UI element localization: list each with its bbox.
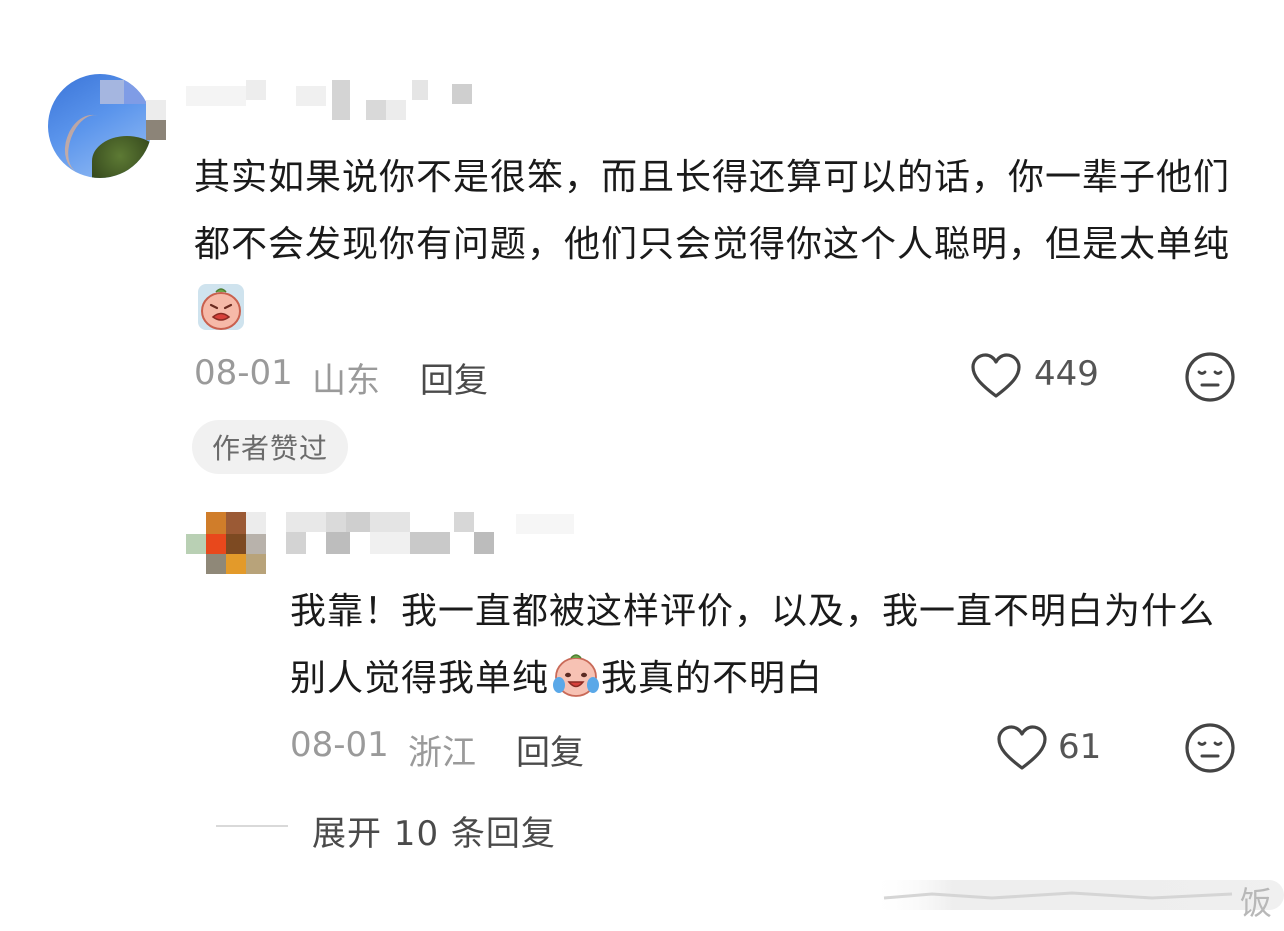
comment-like-count: 449 [1034, 354, 1099, 394]
expand-replies-divider [216, 825, 288, 827]
reply-location: 浙江 [408, 733, 476, 773]
mosaic-block [246, 512, 266, 534]
comment-text: 其实如果说你不是很笨，而且长得还算可以的话，你一辈子他们都不会发现你有问题，他们… [194, 144, 1244, 345]
mosaic-block [226, 554, 246, 574]
mosaic-block [286, 532, 306, 554]
expand-replies-button[interactable]: 展开 10 条回复 [312, 806, 556, 855]
reply-date: 08-01 [290, 725, 389, 765]
crying-face-emoji [198, 284, 244, 330]
comment-date: 08-01 [194, 353, 293, 393]
mosaic-block [346, 512, 370, 532]
mosaic-block [370, 512, 410, 532]
mosaic-block [326, 532, 350, 554]
author-liked-badge: 作者赞过 [192, 420, 348, 474]
avatar-mosaic-pixel [124, 80, 148, 104]
reply-text: 我靠！我一直都被这样评价，以及，我一直不明白为什么别人觉得我单纯 我真的不明白 [290, 578, 1250, 712]
mosaic-block [410, 532, 450, 554]
mosaic-block [296, 86, 326, 106]
avatar-mosaic-pixel [100, 80, 124, 104]
mosaic-block [226, 512, 246, 534]
heart-outline-icon[interactable] [970, 352, 1022, 400]
mosaic-block [206, 554, 226, 574]
mosaic-block [452, 84, 472, 104]
tearful-laughing-face-emoji [553, 654, 600, 697]
comment-body: 其实如果说你不是很笨，而且长得还算可以的话，你一辈子他们都不会发现你有问题，他们… [194, 157, 1231, 265]
mosaic-block [366, 100, 386, 120]
mosaic-block [332, 80, 350, 120]
watermark-blur [872, 880, 1284, 910]
mosaic-block [246, 554, 266, 574]
replier-avatar[interactable] [186, 512, 268, 574]
commenter-username-redacted[interactable] [186, 80, 486, 120]
heart-outline-icon[interactable] [996, 724, 1048, 772]
mosaic-block [412, 80, 428, 100]
comment-reply-button[interactable]: 回复 [420, 353, 488, 402]
mosaic-block [206, 512, 226, 534]
neutral-face-icon[interactable] [1184, 351, 1236, 403]
mosaic-block [186, 86, 246, 106]
reply-reply-button[interactable]: 回复 [516, 725, 584, 774]
commenter-avatar[interactable] [48, 74, 152, 178]
neutral-face-icon[interactable] [1184, 722, 1236, 774]
reply-body-part2: 我真的不明白 [601, 658, 824, 699]
mosaic-block [516, 514, 574, 534]
mosaic-block [226, 534, 246, 554]
mosaic-block [286, 512, 326, 532]
mosaic-block [246, 534, 266, 554]
replier-username-redacted[interactable] [286, 512, 578, 554]
avatar-mosaic-pixel [146, 120, 166, 140]
watermark-text: 饭 [1240, 884, 1273, 922]
mosaic-block [474, 532, 494, 554]
avatar-mosaic-pixel [146, 100, 166, 120]
reply-like-count: 61 [1058, 727, 1102, 767]
mosaic-block [326, 512, 346, 532]
mosaic-block [386, 100, 406, 120]
mosaic-block [206, 534, 226, 554]
mosaic-block [454, 512, 474, 532]
mosaic-block [370, 532, 410, 554]
mosaic-block [186, 534, 206, 554]
mosaic-block [246, 80, 266, 100]
comment-location: 山东 [312, 361, 380, 401]
